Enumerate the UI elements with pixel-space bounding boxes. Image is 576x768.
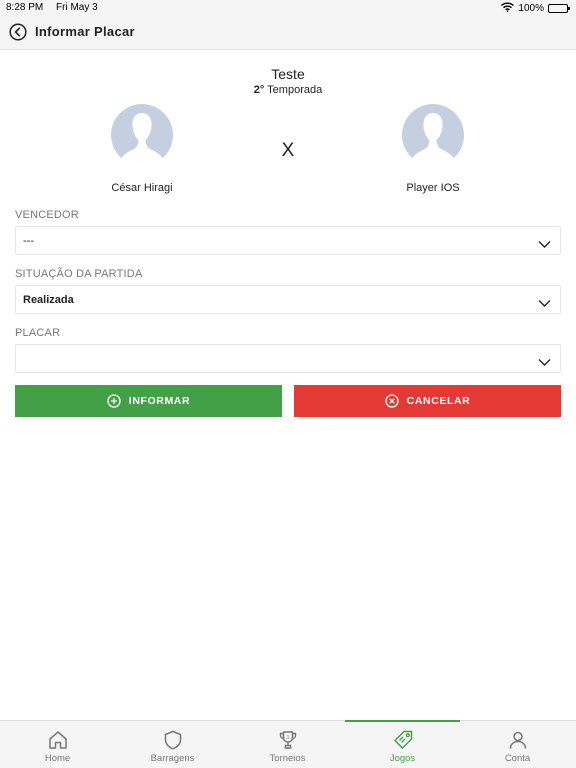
tab-barragens-label: Barragens bbox=[150, 753, 195, 764]
chevron-down-icon bbox=[538, 295, 551, 313]
tab-torneios-label: Torneios bbox=[269, 753, 306, 764]
situation-select[interactable]: Realizada bbox=[15, 285, 561, 314]
tab-conta[interactable]: Conta bbox=[460, 721, 575, 768]
navigation-bar: Informar Placar bbox=[0, 16, 576, 50]
tab-jogos[interactable]: Jogos bbox=[345, 720, 460, 768]
status-date: Fri May 3 bbox=[56, 2, 98, 13]
winner-label: VENCEDOR bbox=[15, 209, 79, 221]
season-info: 2° Temporada bbox=[0, 84, 576, 96]
cancelar-label: CANCELAR bbox=[406, 395, 471, 407]
status-bar: 8:28 PM Fri May 3 100% bbox=[0, 0, 576, 16]
season-label: Temporada bbox=[267, 84, 323, 96]
score-label: PLACAR bbox=[15, 327, 61, 339]
tab-home-label: Home bbox=[44, 753, 71, 764]
chevron-down-icon bbox=[538, 236, 551, 254]
tab-conta-label: Conta bbox=[504, 753, 531, 764]
tag-icon bbox=[394, 730, 413, 749]
league-name: Teste bbox=[271, 66, 305, 82]
user-icon bbox=[509, 731, 527, 749]
tab-home[interactable]: Home bbox=[0, 721, 115, 768]
informar-label: INFORMAR bbox=[128, 395, 191, 407]
player-left-name: César Hiragi bbox=[111, 182, 173, 194]
situation-label: SITUAÇÃO DA PARTIDA bbox=[15, 268, 143, 280]
svg-text:1: 1 bbox=[287, 735, 290, 741]
cancel-circle-icon bbox=[384, 394, 399, 408]
battery-percent: 100% bbox=[518, 3, 544, 14]
shield-icon bbox=[164, 730, 182, 750]
status-time: 8:28 PM bbox=[6, 2, 44, 13]
informar-button[interactable]: INFORMAR bbox=[15, 385, 282, 417]
back-arrow-icon bbox=[9, 23, 27, 41]
chevron-down-icon bbox=[538, 354, 551, 372]
player-right-name: Player IOS bbox=[406, 182, 460, 194]
tab-torneios[interactable]: 1 Torneios bbox=[230, 721, 345, 768]
trophy-icon: 1 bbox=[279, 731, 297, 749]
tab-bar: Home Barragens 1 Torneios Jogos Conta bbox=[0, 720, 576, 768]
home-icon bbox=[49, 731, 67, 749]
tab-jogos-label: Jogos bbox=[389, 753, 416, 764]
back-button[interactable] bbox=[9, 23, 27, 41]
page-title: Informar Placar bbox=[35, 24, 135, 39]
situation-value: Realizada bbox=[23, 294, 74, 306]
cancelar-button[interactable]: CANCELAR bbox=[294, 385, 561, 417]
tab-barragens[interactable]: Barragens bbox=[115, 721, 230, 768]
battery-icon bbox=[548, 4, 570, 13]
versus-label: X bbox=[281, 140, 295, 161]
player-right-avatar bbox=[402, 104, 464, 169]
winner-select[interactable]: --- bbox=[15, 226, 561, 255]
score-select[interactable] bbox=[15, 344, 561, 373]
season-number: 2° bbox=[253, 84, 265, 96]
add-circle-icon bbox=[107, 394, 121, 408]
winner-value: --- bbox=[23, 235, 34, 247]
wifi-icon bbox=[501, 2, 515, 15]
